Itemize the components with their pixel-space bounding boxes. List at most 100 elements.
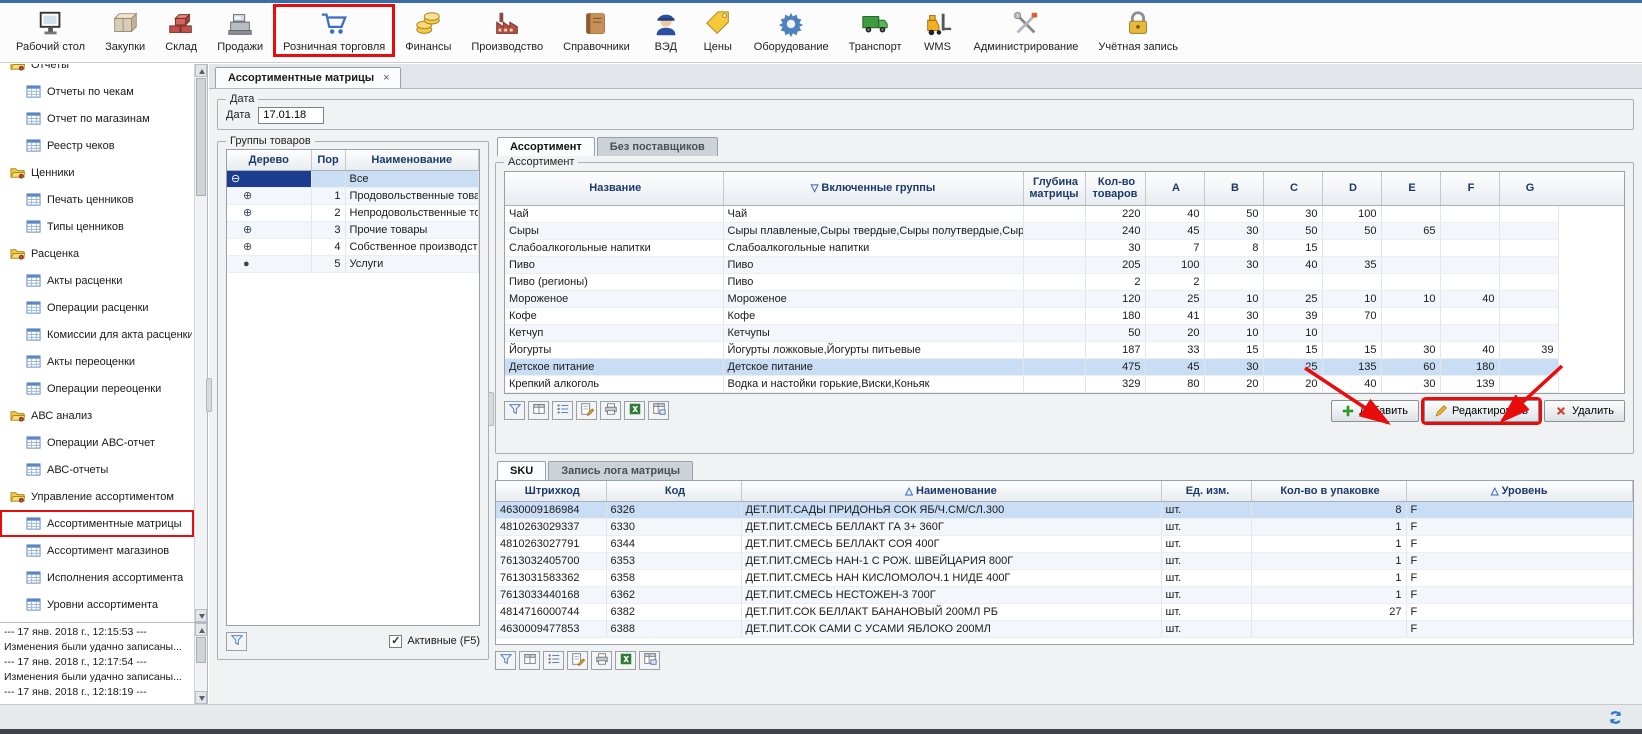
tree-expand-icon[interactable]: ⊕ — [227, 204, 311, 221]
sidebar-item[interactable]: Управление ассортиментом — [0, 483, 194, 510]
matrix-column-header[interactable]: Название — [505, 172, 723, 205]
toolbar-item[interactable]: Склад — [155, 4, 207, 57]
assortment-tab[interactable]: Без поставщиков — [597, 137, 718, 156]
matrix-column-header[interactable]: F — [1440, 172, 1499, 205]
sidebar-item[interactable]: Операции переоценки — [0, 375, 194, 402]
toolbar-item[interactable]: WMS — [912, 4, 964, 57]
scrollbar-thumb[interactable] — [196, 78, 206, 196]
action-button[interactable]: Добавить — [1331, 400, 1419, 422]
matrix-column-header[interactable]: C — [1263, 172, 1322, 205]
sidebar-item[interactable]: Комиссии для акта расценки — [0, 321, 194, 348]
sku-row[interactable]: 4630009477853 6388 ДЕТ.ПИТ.СОК САМИ С УС… — [496, 620, 1633, 637]
sku-row[interactable]: 7613032405700 6353 ДЕТ.ПИТ.СМЕСЬ НАН-1 С… — [496, 552, 1633, 569]
sku-column-header[interactable]: △Уровень — [1406, 481, 1633, 501]
sku-row[interactable]: 4810263027791 6344 ДЕТ.ПИТ.СМЕСЬ БЕЛЛАКТ… — [496, 535, 1633, 552]
sku-row[interactable]: 4814716000744 6382 ДЕТ.ПИТ.СОК БЕЛЛАКТ Б… — [496, 603, 1633, 620]
matrix-row[interactable]: Детское питание Детское питание 475 45 3… — [505, 358, 1558, 375]
matrix-column-header[interactable]: Глубина матрицы — [1023, 172, 1085, 205]
sku-column-header[interactable]: Штрихкод — [496, 481, 606, 501]
sidebar-item[interactable]: Уровни ассортимента — [0, 591, 194, 618]
table-toolbar-button[interactable] — [639, 651, 660, 670]
sidebar-item[interactable]: Реестр чеков — [0, 132, 194, 159]
sku-row[interactable]: 4810263029337 6330 ДЕТ.ПИТ.СМЕСЬ БЕЛЛАКТ… — [496, 518, 1633, 535]
sidebar-item[interactable]: Ассортимент магазинов — [0, 537, 194, 564]
group-row[interactable]: ● 5 Услуги — [227, 255, 479, 272]
matrix-row[interactable]: Крепкий алкоголь Водка и настойки горьки… — [505, 375, 1558, 392]
matrix-column-header[interactable]: E — [1381, 172, 1440, 205]
matrix-row[interactable]: Пиво (регионы) Пиво 2 2 — [505, 273, 1558, 290]
matrix-column-header[interactable]: D — [1322, 172, 1381, 205]
sidebar-item[interactable]: Отчеты по чекам — [0, 78, 194, 105]
toolbar-item[interactable]: Цены — [692, 4, 744, 57]
active-filter-checkbox[interactable]: Активные (F5) — [389, 635, 480, 648]
sku-row[interactable]: 7613033440168 6362 ДЕТ.ПИТ.СМЕСЬ НЕСТОЖЕ… — [496, 586, 1633, 603]
toolbar-item[interactable]: Администрирование — [964, 4, 1089, 57]
tab-assortment-matrices[interactable]: Ассортиментные матрицы × — [215, 67, 401, 88]
table-toolbar-button[interactable] — [543, 651, 564, 670]
scroll-up-icon[interactable] — [195, 64, 207, 77]
action-button[interactable]: Удалить — [1544, 400, 1625, 422]
toolbar-item[interactable]: ВЭД — [640, 4, 692, 57]
log-scrollbar[interactable] — [194, 623, 207, 704]
scroll-down-icon[interactable] — [195, 609, 207, 622]
table-toolbar-button[interactable] — [624, 401, 645, 420]
table-toolbar-button[interactable] — [504, 401, 525, 420]
matrix-row[interactable]: Кетчуп Кетчупы 50 20 10 10 — [505, 324, 1558, 341]
toolbar-item[interactable]: Финансы — [395, 4, 461, 57]
tree-expand-icon[interactable]: ⊕ — [227, 221, 311, 238]
matrix-row[interactable]: Слабоалкогольные напитки Слабоалкогольны… — [505, 239, 1558, 256]
group-row[interactable]: ⊖ Все — [227, 170, 479, 187]
scrollbar-thumb[interactable] — [196, 637, 206, 663]
scroll-down-icon[interactable] — [195, 691, 207, 704]
matrix-column-header[interactable]: B — [1204, 172, 1263, 205]
sku-row[interactable]: 4630009186984 6326 ДЕТ.ПИТ.САДЫ ПРИДОНЬЯ… — [496, 501, 1633, 518]
sidebar-item[interactable]: Исполнения ассортимента — [0, 564, 194, 591]
assortment-tab[interactable]: Ассортимент — [497, 137, 595, 156]
sidebar-item[interactable]: АВС-отчеты — [0, 456, 194, 483]
sidebar-item[interactable]: Печать ценников — [0, 186, 194, 213]
table-toolbar-button[interactable] — [600, 401, 621, 420]
matrix-row[interactable]: Йогурты Йогурты ложковые,Йогурты питьевы… — [505, 341, 1558, 358]
matrix-column-header[interactable]: G — [1499, 172, 1558, 205]
sidebar-item[interactable]: Ценники — [0, 159, 194, 186]
group-row[interactable]: ⊕ 3 Прочие товары — [227, 221, 479, 238]
groups-column-header[interactable]: Пор — [311, 150, 345, 170]
sku-column-header[interactable]: Кол-во в упаковке — [1251, 481, 1406, 501]
tree-expand-icon[interactable]: ● — [227, 255, 311, 272]
sidebar-item[interactable]: Операции расценки — [0, 294, 194, 321]
sku-column-header[interactable]: △Наименование — [741, 481, 1161, 501]
table-toolbar-button[interactable] — [591, 651, 612, 670]
sidebar-item[interactable]: АВС анализ — [0, 402, 194, 429]
scroll-up-icon[interactable] — [195, 623, 207, 636]
matrix-row[interactable]: Пиво Пиво 205 100 30 40 35 — [505, 256, 1558, 273]
table-toolbar-button[interactable] — [528, 401, 549, 420]
filter-button[interactable] — [226, 632, 247, 651]
action-button[interactable]: Редактировать — [1424, 400, 1539, 422]
refresh-button[interactable] — [1605, 708, 1626, 729]
toolbar-item[interactable]: Справочники — [553, 4, 640, 57]
group-row[interactable]: ⊕ 2 Непродовольственные товары — [227, 204, 479, 221]
sidebar-scrollbar[interactable] — [194, 64, 207, 622]
toolbar-item[interactable]: Закупки — [95, 4, 155, 57]
toolbar-item[interactable]: Продажи — [207, 4, 273, 57]
splitter-handle[interactable] — [206, 378, 212, 412]
sidebar-item[interactable]: Типы ценников — [0, 213, 194, 240]
tree-expand-icon[interactable]: ⊕ — [227, 238, 311, 255]
sku-column-header[interactable]: Ед. изм. — [1161, 481, 1251, 501]
groups-column-header[interactable]: Наименование — [345, 150, 479, 170]
sku-tab[interactable]: Запись лога матрицы — [548, 461, 693, 480]
matrix-row[interactable]: Сыры Сыры плавленые,Сыры твердые,Сыры по… — [505, 222, 1558, 239]
date-input[interactable] — [258, 107, 324, 124]
tree-expand-icon[interactable]: ⊖ — [227, 170, 311, 187]
matrix-column-header[interactable]: A — [1145, 172, 1204, 205]
sidebar-item[interactable]: Акты расценки — [0, 267, 194, 294]
matrix-column-header[interactable]: Кол-во товаров — [1085, 172, 1145, 205]
table-toolbar-button[interactable] — [495, 651, 516, 670]
table-toolbar-button[interactable] — [615, 651, 636, 670]
toolbar-item[interactable]: Рабочий стол — [6, 4, 95, 57]
sidebar-item[interactable]: Отчет по магазинам — [0, 105, 194, 132]
splitter-handle[interactable] — [488, 392, 494, 426]
group-row[interactable]: ⊕ 1 Продовольственные товары — [227, 187, 479, 204]
sidebar-item[interactable]: Ассортиментные матрицы — [0, 510, 194, 537]
close-icon[interactable]: × — [383, 72, 389, 84]
